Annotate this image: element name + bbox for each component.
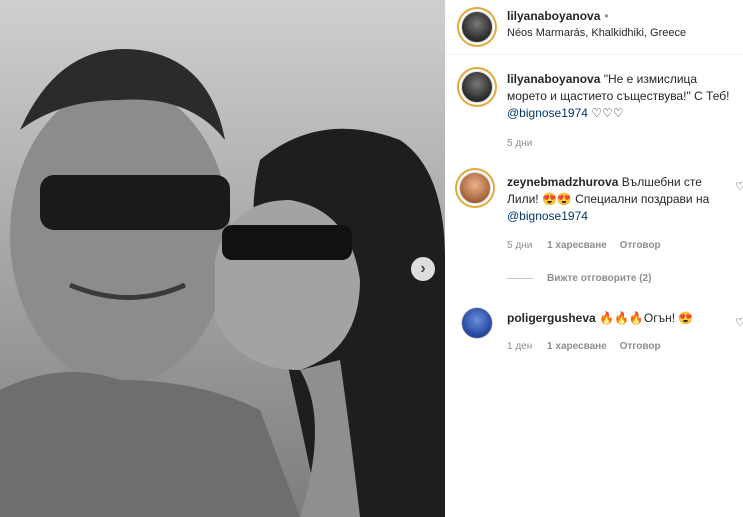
comment-avatar[interactable] — [461, 307, 493, 339]
next-photo-button[interactable]: › — [411, 257, 435, 281]
location-link[interactable]: Néos Marmarás, Khalkidhiki, Greece — [507, 27, 686, 39]
comment-text: 🔥🔥🔥Огън! 😍 — [599, 311, 694, 325]
comment-1-meta: 5 дни 1 харесване Отговор — [507, 240, 661, 251]
author-avatar[interactable] — [461, 11, 493, 43]
post-panel: lilyanaboyanova • Néos Marmarás, Khalkidh… — [445, 0, 743, 517]
caption-avatar[interactable] — [461, 71, 493, 103]
heart-icon[interactable]: ♡ — [735, 316, 743, 329]
caption-username[interactable]: lilyanaboyanova — [507, 72, 600, 86]
comment-2: poligergusheva 🔥🔥🔥Огън! 😍 — [507, 310, 737, 327]
separator-dot: • — [604, 9, 609, 23]
caption-meta: 5 дни — [507, 138, 544, 149]
caption-mention[interactable]: @bignose1974 — [507, 106, 588, 120]
caption-time[interactable]: 5 дни — [507, 138, 532, 149]
author-username[interactable]: lilyanaboyanova — [507, 9, 600, 23]
chevron-right-icon: › — [420, 260, 426, 277]
comment-avatar[interactable] — [459, 172, 491, 204]
reply-button[interactable]: Отговор — [620, 341, 661, 352]
comment-1: zeynebmadzhurova Вълшебни сте Лили! 😍😍 С… — [507, 174, 729, 225]
heart-icon[interactable]: ♡ — [735, 180, 743, 193]
post-photo[interactable]: › — [0, 0, 445, 517]
view-replies[interactable]: Вижте отговорите (2) — [507, 273, 651, 284]
comment-username[interactable]: poligergusheva — [507, 311, 596, 325]
header-divider — [445, 54, 743, 55]
replies-line — [507, 277, 533, 279]
caption: lilyanaboyanova "Не е измислица морето и… — [507, 71, 737, 122]
comment-time[interactable]: 5 дни — [507, 240, 532, 251]
caption-hearts: ♡♡♡ — [587, 106, 624, 120]
comment-time[interactable]: 1 ден — [507, 341, 532, 352]
comment-2-meta: 1 ден 1 харесване Отговор — [507, 341, 661, 352]
view-replies-label: Вижте отговорите (2) — [547, 273, 652, 284]
comment-likes[interactable]: 1 харесване — [547, 341, 607, 352]
author-header: lilyanaboyanova • — [507, 9, 609, 23]
comment-username[interactable]: zeynebmadzhurova — [507, 175, 618, 189]
comment-likes[interactable]: 1 харесване — [547, 240, 607, 251]
comment-mention[interactable]: @bignose1974 — [507, 209, 588, 223]
photo-illustration — [0, 0, 445, 517]
reply-button[interactable]: Отговор — [620, 240, 661, 251]
